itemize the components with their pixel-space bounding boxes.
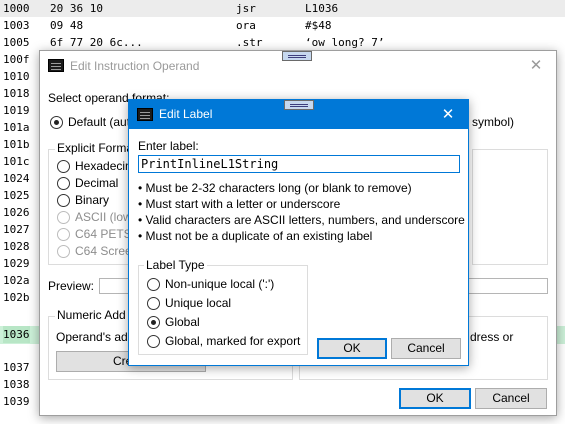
listing-address: 1028 — [3, 240, 30, 253]
format-radio[interactable] — [57, 194, 70, 207]
preview-label: Preview: — [48, 279, 95, 293]
close-icon[interactable]: ✕ — [438, 105, 458, 125]
listing-address: 1005 — [3, 36, 30, 49]
format-radio[interactable] — [57, 211, 70, 224]
listing-address: 1036 — [3, 326, 30, 343]
listing-bytes: 09 48 — [50, 19, 84, 32]
listing-address: 1037 — [3, 361, 30, 374]
label-dialog-title: Edit Label — [159, 107, 213, 121]
listing-row[interactable]: 1003 09 48 ora #$48 — [0, 17, 565, 34]
label-ok-button[interactable]: OK — [317, 338, 387, 359]
listing-address: 1010 — [3, 70, 30, 83]
operand-dialog-titlebar: Edit Instruction Operand ✕ — [40, 51, 556, 81]
listing-address: 101c — [3, 155, 30, 168]
label-rule-text: • Valid characters are ASCII letters, nu… — [138, 213, 465, 227]
label-type-option: Global, marked for export — [165, 334, 301, 348]
resize-grip-icon[interactable] — [284, 100, 314, 110]
label-dialog-titlebar: Edit Label ✕ — [129, 100, 468, 129]
listing-opcode: ora — [236, 19, 256, 32]
label-type-title: Label Type — [144, 258, 207, 272]
label-rule-text: • Must start with a letter or underscore — [138, 197, 341, 211]
listing-address: 1019 — [3, 104, 30, 117]
label-type-radio[interactable] — [147, 316, 160, 329]
enter-label-label: Enter label: — [138, 139, 199, 153]
explicit-format-title: Explicit Forma — [55, 141, 136, 155]
listing-address: 102b — [3, 291, 30, 304]
listing-bytes: 6f 77 20 6c... — [50, 36, 143, 49]
operand-ok-button[interactable]: OK — [399, 388, 471, 409]
listing-row[interactable]: 1005 6f 77 20 6c... .str ‘ow long? 7’ — [0, 34, 565, 51]
listing-operand: L1036 — [305, 2, 339, 15]
operand-dialog-title: Edit Instruction Operand — [70, 59, 200, 73]
listing-opcode: .str — [236, 36, 263, 49]
default-format-radio[interactable] — [50, 116, 63, 129]
format-radio[interactable] — [57, 177, 70, 190]
format-group-right — [472, 149, 548, 265]
format-option-label: Hexadecim — [75, 159, 136, 173]
format-option-label: C64 Scree — [75, 244, 132, 258]
format-radio[interactable] — [57, 228, 70, 241]
format-radio[interactable] — [57, 160, 70, 173]
format-option-label: Decimal — [75, 176, 119, 190]
listing-bytes: 20 36 10 — [50, 2, 103, 15]
listing-address: 101a — [3, 121, 30, 134]
listing-operand: ‘ow long? 7’ — [305, 36, 385, 49]
listing-address: 1018 — [3, 87, 30, 100]
app-icon — [137, 108, 153, 121]
listing-address: 1003 — [3, 19, 30, 32]
format-radio[interactable] — [57, 245, 70, 258]
label-cancel-button[interactable]: Cancel — [391, 338, 461, 359]
listing-address: 102a — [3, 274, 30, 287]
label-type-radio[interactable] — [147, 278, 160, 291]
listing-address: 1027 — [3, 223, 30, 236]
label-type-radio[interactable] — [147, 335, 160, 348]
listing-address: 1038 — [3, 378, 30, 391]
listing-operand: #$48 — [305, 19, 332, 32]
listing-address: 1000 — [3, 2, 30, 15]
listing-address: 100f — [3, 53, 30, 66]
listing-address: 101b — [3, 138, 30, 151]
format-option-label: Binary — [75, 193, 110, 207]
listing-address: 1025 — [3, 189, 30, 202]
address-or-text: dress or — [470, 330, 514, 344]
listing-address: 1039 — [3, 395, 30, 408]
label-input[interactable]: PrintInlineL1String — [138, 155, 460, 173]
default-format-label: Default (aut — [68, 115, 131, 129]
label-type-option: Unique local — [165, 296, 232, 310]
close-icon[interactable]: ✕ — [526, 56, 546, 76]
listing-address: 1024 — [3, 172, 30, 185]
label-type-radio[interactable] — [147, 297, 160, 310]
app-icon — [48, 59, 64, 72]
operand-cancel-button[interactable]: Cancel — [475, 388, 547, 409]
label-rule-text: • Must be 2-32 characters long (or blank… — [138, 181, 412, 195]
label-type-option: Non-unique local (':') — [165, 277, 275, 291]
listing-address: 1029 — [3, 257, 30, 270]
numeric-address-title: Numeric Add — [55, 308, 128, 322]
format-option-label: ASCII (low — [75, 210, 132, 224]
listing-address: 1026 — [3, 206, 30, 219]
label-rule-text: • Must not be a duplicate of an existing… — [138, 229, 373, 243]
default-format-label-tail: symbol) — [472, 115, 515, 129]
operand-address-text: Operand's ad — [56, 330, 128, 344]
listing-row[interactable]: 1000 20 36 10 jsr L1036 — [0, 0, 565, 17]
label-type-option: Global — [165, 315, 200, 329]
listing-opcode: jsr — [236, 2, 256, 15]
edit-label-dialog: Edit Label ✕ Enter label: PrintInlineL1S… — [128, 99, 469, 366]
